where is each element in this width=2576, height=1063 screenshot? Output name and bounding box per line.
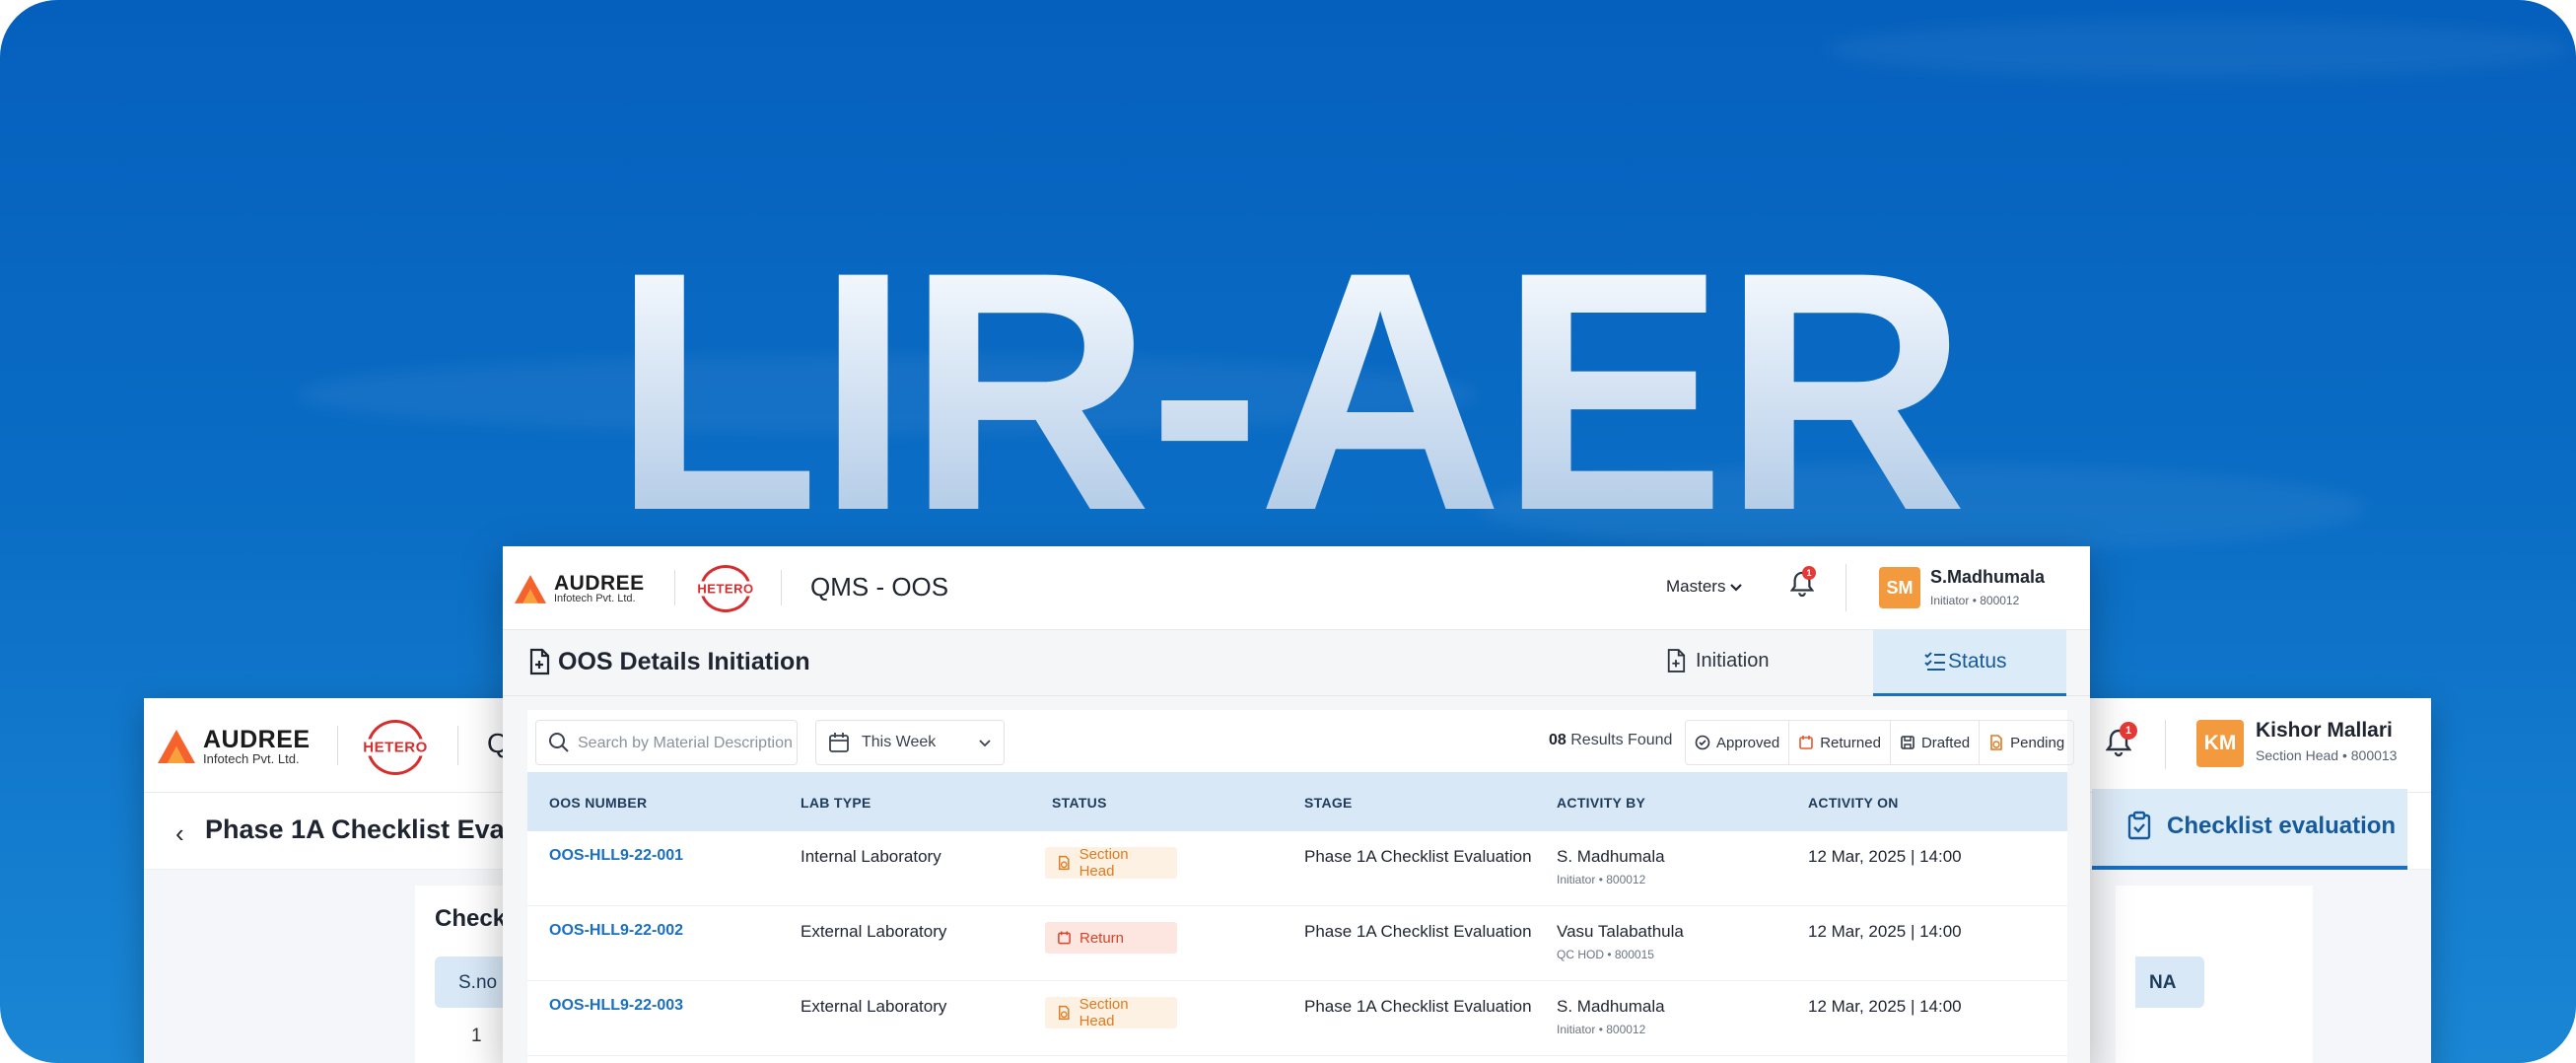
tab-label: Initiation <box>1696 650 1770 672</box>
chevron-down-icon <box>979 740 991 747</box>
oos-number-link[interactable]: OOS-HLL9-22-001 <box>549 847 683 865</box>
status-filters: Approved Returned Drafted Pending <box>1685 720 2075 765</box>
hetero-logo: HETERO <box>358 720 433 775</box>
activity-by: S. Madhumala <box>1557 847 1665 866</box>
activity-by-role: Initiator • 800012 <box>1557 1023 1646 1036</box>
col-na: NA <box>2135 957 2204 1008</box>
save-icon <box>1901 736 1915 749</box>
avatar[interactable]: SM <box>1879 567 1920 608</box>
activity-on: 12 Mar, 2025 | 14:00 <box>1808 997 1962 1016</box>
pending-icon <box>1059 855 1070 871</box>
table-row[interactable]: OOS-HLL9-22-001 Internal Laboratory Sect… <box>527 831 2067 906</box>
audree-logo-icon <box>158 730 195 763</box>
page-title: OOS Details Initiation <box>558 648 810 675</box>
col-oos-number: OOS NUMBER <box>549 795 648 811</box>
top-header: AUDREE Infotech Pvt. Ltd. HETERO QMS - O… <box>503 546 2090 630</box>
col-activity-on: ACTIVITY ON <box>1808 795 1899 811</box>
page-title: Phase 1A Checklist Evalua <box>205 815 543 844</box>
activity-on: 12 Mar, 2025 | 14:00 <box>1808 922 1962 941</box>
user-role: Initiator • 800012 <box>1930 594 2020 607</box>
week-select[interactable]: This Week <box>815 720 1005 765</box>
audree-logo: AUDREE Infotech Pvt. Ltd. <box>158 728 311 765</box>
stage: Phase 1A Checklist Evaluation <box>1304 997 1532 1016</box>
checkpoint-card-right: NA <box>2116 886 2313 1063</box>
activity-by-role: QC HOD • 800015 <box>1557 948 1654 961</box>
col-stage: STAGE <box>1304 795 1353 811</box>
pending-icon <box>1059 1005 1070 1021</box>
activity-by: Vasu Talabathula <box>1557 922 1684 941</box>
search-input[interactable]: Search by Material Description <box>535 720 798 765</box>
front-window: AUDREE Infotech Pvt. Ltd. HETERO QMS - O… <box>503 546 2090 1063</box>
status-badge: Return <box>1045 922 1177 954</box>
brand-sub: Infotech Pvt. Ltd. <box>554 593 636 604</box>
hero-title: LIR-AER <box>0 222 2576 562</box>
app-name: QMS - OOS <box>810 572 949 602</box>
stage: Phase 1A Checklist Evaluation <box>1304 847 1532 866</box>
file-add-icon <box>529 648 550 675</box>
return-icon <box>1058 931 1071 945</box>
brand-sub: Infotech Pvt. Ltd. <box>203 751 300 766</box>
oos-number-link[interactable]: OOS-HLL9-22-002 <box>549 922 683 940</box>
row-number: 1 <box>471 1026 482 1046</box>
oos-number-link[interactable]: OOS-HLL9-22-003 <box>549 997 683 1015</box>
notifications-button[interactable]: 1 <box>2105 722 2137 762</box>
search-placeholder: Search by Material Description <box>578 735 793 751</box>
content-area: Search by Material Description This Week… <box>503 696 2090 1063</box>
week-value: This Week <box>862 734 937 750</box>
search-icon <box>549 733 569 752</box>
banner-background: LIR-AER AUDREE Infotech Pvt. Ltd. HETERO… <box>0 0 2576 1063</box>
status-badge: Section Head <box>1045 996 1177 1029</box>
activity-by: S. Madhumala <box>1557 997 1665 1016</box>
brand-name: AUDREE <box>203 726 311 753</box>
notification-badge: 1 <box>1802 566 1816 580</box>
user-role: Section Head • 800013 <box>2256 747 2398 763</box>
col-status: STATUS <box>1052 795 1107 811</box>
status-badge: Section Head <box>1045 846 1177 880</box>
hetero-logo: HETERO <box>691 565 760 612</box>
filter-pending[interactable]: Pending <box>1980 721 2073 764</box>
tab-initiation[interactable]: Initiation <box>1658 630 1806 696</box>
activity-on: 12 Mar, 2025 | 14:00 <box>1808 847 1962 866</box>
tab-label: Status <box>1948 650 2007 673</box>
chevron-down-icon[interactable] <box>1729 581 1743 595</box>
table-row[interactable]: OOS-HLL9-22-002 External Laboratory Retu… <box>527 906 2067 981</box>
partner-name: HETERO <box>358 739 433 756</box>
tab-label: Checklist evaluation <box>2167 813 2397 839</box>
avatar[interactable]: KM <box>2196 720 2244 767</box>
calendar-icon <box>829 733 849 752</box>
col-activity-by: ACTIVITY BY <box>1557 795 1646 811</box>
results-card: Search by Material Description This Week… <box>527 710 2075 1063</box>
audree-logo: AUDREE Infotech Pvt. Ltd. <box>515 573 645 604</box>
col-lab-type: LAB TYPE <box>801 795 871 811</box>
tab-status[interactable]: Status <box>1873 630 2066 696</box>
activity-by-role: Initiator • 800012 <box>1557 873 1646 886</box>
masters-menu[interactable]: Masters <box>1666 577 1725 597</box>
partner-name: HETERO <box>691 581 760 597</box>
lab-type: External Laboratory <box>801 922 947 941</box>
filter-drafted[interactable]: Drafted <box>1891 721 1981 764</box>
list-check-icon <box>1924 652 1945 671</box>
audree-logo-icon <box>515 574 546 603</box>
stage: Phase 1A Checklist Evaluation <box>1304 922 1532 941</box>
notification-badge: 1 <box>2120 722 2137 740</box>
pending-icon <box>1990 735 2002 750</box>
return-icon <box>1799 736 1814 749</box>
results-count: 08 Results Found <box>1549 732 1673 748</box>
check-circle-icon <box>1695 735 1710 750</box>
filter-approved[interactable]: Approved <box>1686 721 1790 764</box>
notifications-button[interactable]: 1 <box>1789 566 1816 602</box>
brand-name: AUDREE <box>554 572 645 595</box>
filter-returned[interactable]: Returned <box>1789 721 1891 764</box>
clipboard-check-icon <box>2127 811 2151 840</box>
tab-checklist-evaluation[interactable]: Checklist evaluation <box>2092 789 2407 870</box>
page-bar: OOS Details Initiation Initiation Status <box>503 630 2090 696</box>
user-name: S.Madhumala <box>1930 567 2046 587</box>
back-chevron-icon[interactable]: ‹ <box>175 818 184 849</box>
table-row[interactable]: OOS-HLL9-22-003 External Laboratory Sect… <box>527 981 2067 1056</box>
lab-type: External Laboratory <box>801 997 947 1016</box>
file-add-icon <box>1667 649 1686 673</box>
user-name: Kishor Mallari <box>2256 719 2393 742</box>
lab-type: Internal Laboratory <box>801 847 941 866</box>
table-header: OOS NUMBER LAB TYPE STATUS STAGE ACTIVIT… <box>527 772 2067 831</box>
